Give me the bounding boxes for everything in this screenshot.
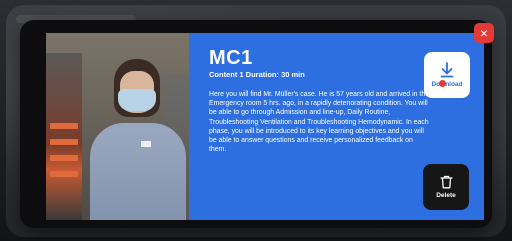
shelf-left xyxy=(46,53,82,220)
trash-icon xyxy=(439,175,453,189)
content-text: MC1 Content 1 Duration: 30 min Here you … xyxy=(209,47,429,154)
nurse-photo xyxy=(46,33,189,220)
delete-label: Delete xyxy=(436,192,456,199)
content-subtitle: Content 1 Duration: 30 min xyxy=(209,70,305,79)
close-button[interactable]: × xyxy=(474,23,494,43)
scrubs xyxy=(90,123,186,220)
download-icon xyxy=(440,62,454,78)
name-badge xyxy=(141,141,151,147)
close-icon: × xyxy=(479,25,489,41)
download-button[interactable]: Download xyxy=(424,52,470,98)
content-card: MC1 Content 1 Duration: 30 min Here you … xyxy=(46,33,484,220)
content-description: Here you will find Mr. Müller's case. He… xyxy=(209,91,429,154)
content-title: MC1 xyxy=(209,47,253,69)
download-label: Download xyxy=(431,80,463,88)
face-mask xyxy=(118,89,156,111)
delete-button[interactable]: Delete xyxy=(423,164,469,210)
